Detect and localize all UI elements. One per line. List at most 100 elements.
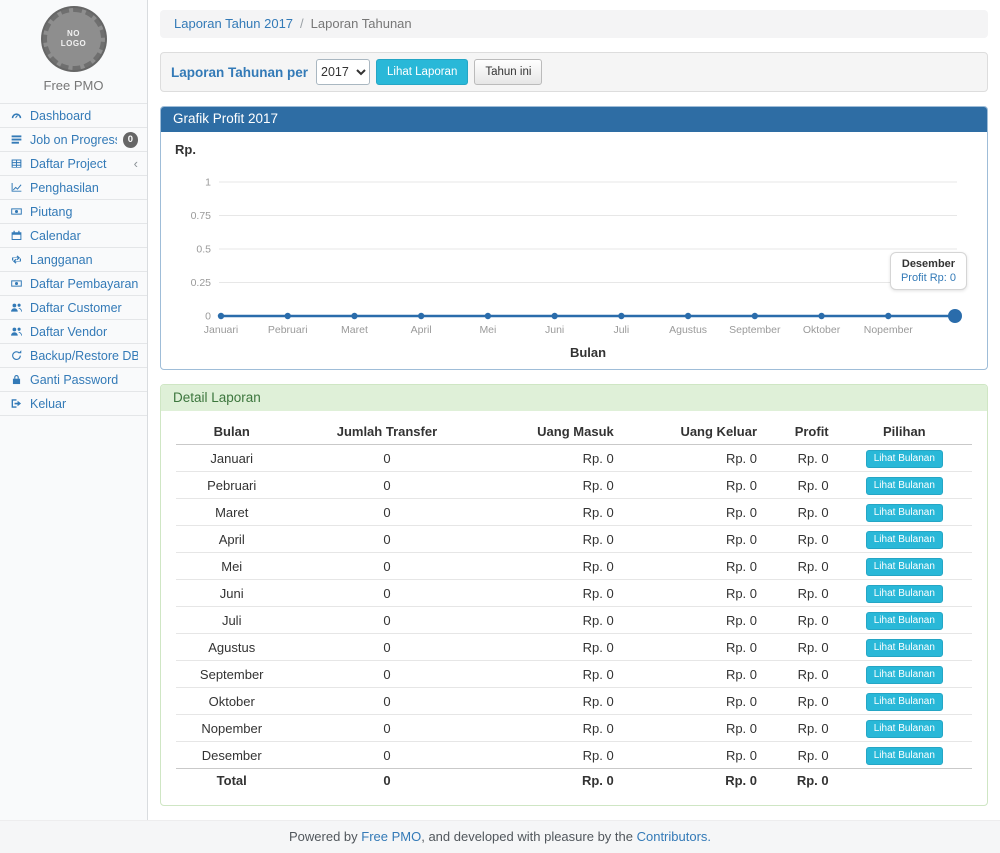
refresh-icon [9,349,24,363]
view-monthly-button[interactable]: Lihat Bulanan [866,450,943,468]
chart-panel-title: Grafik Profit 2017 [161,107,987,132]
cell-uang-masuk: Rp. 0 [486,742,621,769]
cell-profit: Rp. 0 [765,607,837,634]
view-monthly-button[interactable]: Lihat Bulanan [866,639,943,657]
sidebar-item-label: Langganan [30,253,138,267]
total-label: Total [176,769,287,792]
chevron-left-icon: ‹ [134,158,138,170]
cell-uang-keluar: Rp. 0 [622,742,765,769]
svg-text:Januari: Januari [204,324,238,336]
sidebar-item-daftar-pembayaran[interactable]: Daftar Pembayaran [0,272,147,296]
footer-app-link[interactable]: Free PMO [361,829,421,844]
report-filter-bar: Laporan Tahunan per 2017 Lihat Laporan T… [160,52,988,92]
profit-chart[interactable]: Rp.10.750.50.250JanuariPebruariMaretApri… [161,132,987,369]
cell-uang-masuk: Rp. 0 [486,580,621,607]
total-uang-keluar: Rp. 0 [622,769,765,792]
breadcrumb-link-laporan-tahun[interactable]: Laporan Tahun 2017 [174,16,293,31]
view-monthly-button[interactable]: Lihat Bulanan [866,666,943,684]
lock-icon [9,373,24,387]
cell-uang-masuk: Rp. 0 [486,661,621,688]
tooltip-title: Desember [901,258,956,270]
view-monthly-button[interactable]: Lihat Bulanan [866,477,943,495]
footer-text-middle: , and developed with pleasure by the [421,829,636,844]
view-monthly-button[interactable]: Lihat Bulanan [866,612,943,630]
table-total-row: Total0Rp. 0Rp. 0Rp. 0 [176,769,972,792]
sidebar-item-daftar-project[interactable]: Daftar Project‹ [0,152,147,176]
sidebar-item-daftar-vendor[interactable]: Daftar Vendor [0,320,147,344]
cell-uang-keluar: Rp. 0 [622,661,765,688]
cell-jumlah-transfer: 0 [287,607,486,634]
view-monthly-button[interactable]: Lihat Bulanan [866,558,943,576]
logo-area: NO LOGO Free PMO [0,0,147,103]
cell-bulan: September [176,661,287,688]
total-jumlah-transfer: 0 [287,769,486,792]
view-monthly-button[interactable]: Lihat Bulanan [866,720,943,738]
money-icon [9,205,24,219]
profit-chart-panel: Grafik Profit 2017 Rp.10.750.50.250Janua… [160,106,988,370]
svg-text:April: April [411,324,432,336]
column-header-jumlah-transfer: Jumlah Transfer [287,419,486,445]
column-header-uang-masuk: Uang Masuk [486,419,621,445]
year-select[interactable]: 2017 [316,59,370,85]
cell-bulan: Mei [176,553,287,580]
sidebar-item-label: Keluar [30,397,138,411]
svg-text:Maret: Maret [341,324,368,336]
sidebar-item-label: Penghasilan [30,181,138,195]
sidebar-item-daftar-customer[interactable]: Daftar Customer [0,296,147,320]
y-axis-title: Rp. [175,142,196,157]
cell-jumlah-transfer: 0 [287,553,486,580]
sidebar-item-backup-restore-db[interactable]: Backup/Restore DB [0,344,147,368]
svg-text:0: 0 [205,311,211,323]
footer-contributors-link[interactable]: Contributors. [637,829,711,844]
sidebar-item-label: Calendar [30,229,138,243]
sidebar-item-calendar[interactable]: Calendar [0,224,147,248]
sidebar-item-label: Daftar Vendor [30,325,138,339]
svg-text:1: 1 [205,177,211,189]
cell-bulan: Juli [176,607,287,634]
cell-jumlah-transfer: 0 [287,688,486,715]
page-footer: Powered by Free PMO, and developed with … [0,820,1000,853]
cell-jumlah-transfer: 0 [287,526,486,553]
cell-jumlah-transfer: 0 [287,661,486,688]
table-row: Oktober0Rp. 0Rp. 0Rp. 0Lihat Bulanan [176,688,972,715]
footer-text-prefix: Powered by [289,829,361,844]
sidebar-item-dashboard[interactable]: Dashboard [0,104,147,128]
cell-profit: Rp. 0 [765,688,837,715]
cell-uang-keluar: Rp. 0 [622,472,765,499]
sidebar-item-langganan[interactable]: Langganan [0,248,147,272]
svg-text:0.75: 0.75 [191,210,212,222]
cell-jumlah-transfer: 0 [287,715,486,742]
svg-text:Oktober: Oktober [803,324,841,336]
cell-uang-keluar: Rp. 0 [622,715,765,742]
sidebar-item-keluar[interactable]: Keluar [0,392,147,416]
retweet-icon [9,253,24,267]
view-monthly-button[interactable]: Lihat Bulanan [866,504,943,522]
money-icon [9,277,24,291]
sidebar-item-job-on-progress[interactable]: Job on Progress0 [0,128,147,152]
view-monthly-button[interactable]: Lihat Bulanan [866,585,943,603]
cell-profit: Rp. 0 [765,499,837,526]
sidebar-nav: DashboardJob on Progress0Daftar Project‹… [0,103,147,416]
table-row: Juni0Rp. 0Rp. 0Rp. 0Lihat Bulanan [176,580,972,607]
sidebar-item-ganti-password[interactable]: Ganti Password [0,368,147,392]
view-monthly-button[interactable]: Lihat Bulanan [866,693,943,711]
sidebar-item-penghasilan[interactable]: Penghasilan [0,176,147,200]
view-monthly-button[interactable]: Lihat Bulanan [866,531,943,549]
cell-uang-masuk: Rp. 0 [486,715,621,742]
svg-text:Mei: Mei [479,324,496,336]
cell-bulan: Januari [176,445,287,472]
app-logo: NO LOGO [43,8,105,70]
sign-out-icon [9,397,24,411]
svg-text:Juni: Juni [545,324,564,336]
cell-profit: Rp. 0 [765,661,837,688]
view-report-button[interactable]: Lihat Laporan [376,59,468,85]
sidebar-item-label: Daftar Customer [30,301,138,315]
view-monthly-button[interactable]: Lihat Bulanan [866,747,943,765]
calendar-icon [9,229,24,243]
cell-bulan: Pebruari [176,472,287,499]
this-year-button[interactable]: Tahun ini [474,59,542,85]
cell-uang-keluar: Rp. 0 [622,688,765,715]
table-row: Mei0Rp. 0Rp. 0Rp. 0Lihat Bulanan [176,553,972,580]
cell-uang-masuk: Rp. 0 [486,607,621,634]
sidebar-item-piutang[interactable]: Piutang [0,200,147,224]
